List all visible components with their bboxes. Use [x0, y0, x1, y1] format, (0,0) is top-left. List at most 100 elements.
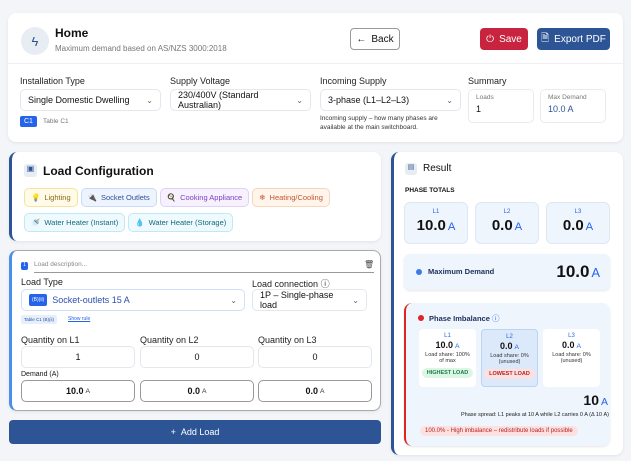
chip-heating-cooling[interactable]: ❄ Heating/Cooling — [252, 188, 330, 207]
installation-type-select[interactable]: Single Domestic Dwelling ⌄ — [20, 89, 161, 111]
phase-name: L2 — [506, 334, 513, 340]
chevron-down-icon: ⌄ — [296, 95, 303, 105]
load-type-badge: (B)(ii) — [29, 294, 48, 306]
load-type-value: Socket-outlets 15 A — [52, 295, 130, 305]
qty-l1-input[interactable]: 1 — [21, 346, 135, 368]
result-title: Result — [423, 163, 452, 174]
phase-totals-heading: PHASE TOTALS — [405, 187, 455, 194]
divider — [8, 63, 623, 64]
demand-l3-value: 0.0 — [305, 386, 318, 396]
incoming-supply-label: Incoming Supply — [320, 76, 387, 86]
max-demand-summary: Max Demand 10.0 A — [540, 89, 606, 123]
delete-icon[interactable]: 🗑 — [364, 260, 374, 269]
chevron-down-icon: ⌄ — [446, 95, 453, 105]
chip-socket-outlets[interactable]: 🔌 Socket Outlets — [80, 188, 157, 207]
phase-name: L3 — [574, 209, 582, 215]
unit: A — [320, 387, 325, 395]
imbalance-l2: L2 0.0 A Load share: 0% (unused) LOWEST LOAD — [481, 329, 538, 387]
phase-total-l1: L1 10.0 A — [404, 202, 468, 244]
loads-summary: Loads 1 — [468, 89, 534, 123]
pan-icon: 🍳 — [166, 193, 177, 202]
demand-l2: 0.0 A — [140, 380, 254, 402]
plug-icon: 🔌 — [87, 193, 97, 202]
supply-voltage-label: Supply Voltage — [170, 76, 231, 86]
demand-label: Demand (A) — [21, 371, 59, 378]
phase-value: 0.0 — [561, 340, 575, 350]
page-title: Home — [55, 26, 89, 40]
save-icon: ⏻ — [486, 33, 495, 45]
chip-water-heater-storage[interactable]: 💧 Water Heater (Storage) — [128, 213, 234, 232]
incoming-supply-select[interactable]: 3-phase (L1–L2–L3) ⌄ — [320, 89, 461, 111]
unit: A — [600, 396, 608, 408]
load-item-card: 1 Load description... 🗑 Load Type (B)(ii… — [9, 250, 381, 411]
result-icon: ▤ — [405, 163, 417, 175]
load-share: Load share: 0% (unused) — [552, 352, 591, 364]
incoming-supply-help: Incoming supply – how many phases are av… — [320, 115, 438, 131]
load-description-input[interactable]: Load description... — [34, 261, 374, 273]
load-connection-select[interactable]: 1P – Single-phase load ⌄ — [252, 289, 367, 311]
value: 10.0 — [556, 262, 590, 281]
arrow-left-icon: ← — [356, 33, 367, 45]
max-demand-label: Max Demand — [548, 94, 587, 101]
max-demand-value: 10.0 A — [548, 104, 574, 114]
unit: A — [514, 344, 520, 351]
supply-voltage-select[interactable]: 230/400V (Standard Australian) ⌄ — [170, 89, 311, 111]
bulb-icon: 💡 — [31, 193, 41, 202]
unit: A — [576, 343, 582, 350]
unit: A — [202, 387, 207, 395]
chip-lighting[interactable]: 💡 Lighting — [24, 188, 78, 207]
phase-total-l3: L3 0.0 A — [546, 202, 610, 244]
chip-cooking-appliance[interactable]: 🍳 Cooking Appliance — [159, 188, 250, 207]
snowflake-icon: ❄ — [259, 193, 266, 202]
file-icon: 🗎 — [541, 32, 550, 44]
maximum-demand-box: Maximum Demand 10.0 A — [404, 254, 610, 290]
load-type-chips: 💡 Lighting 🔌 Socket Outlets 🍳 Cooking Applian… — [24, 187, 364, 237]
qty-l2-input[interactable]: 0 — [140, 346, 254, 368]
demand-l1: 10.0 A — [21, 380, 135, 402]
phase-name: L1 — [432, 209, 440, 215]
add-load-button[interactable]: + Add Load — [9, 420, 381, 444]
alert-dot-icon — [418, 315, 424, 321]
qty-l3-input[interactable]: 0 — [258, 346, 372, 368]
unit: A — [85, 387, 91, 395]
table-text: Table C1 — [43, 118, 69, 125]
header-card: ϟ Home Maximum demand based on AS/NZS 30… — [8, 13, 623, 142]
qty-l2-label: Quantity on L2 — [140, 335, 199, 345]
lowest-load-badge: LOWEST LOAD — [484, 369, 535, 379]
qty-l3-label: Quantity on L3 — [258, 335, 317, 345]
load-type-select[interactable]: (B)(ii) Socket-outlets 15 A ⌄ — [21, 289, 245, 311]
imbalance-warning: 100.0% - High imbalance – redistribute l… — [420, 426, 578, 436]
info-icon[interactable]: ⓘ — [321, 279, 330, 289]
save-button[interactable]: ⏻ Save — [480, 28, 528, 50]
unit: A — [591, 265, 600, 280]
imbalance-l3: L3 0.0 A Load share: 0% (unused) — [543, 329, 600, 387]
supply-voltage-value: 230/400V (Standard Australian) — [178, 90, 259, 110]
info-icon[interactable]: ⓘ — [492, 314, 500, 323]
phase-value: 0.0 — [499, 341, 513, 351]
incoming-supply-value: 3-phase (L1–L2–L3) — [328, 95, 410, 105]
plus-icon: + — [170, 427, 176, 437]
load-configuration-card: ▣ Load Configuration 💡 Lighting 🔌 Socket Ou… — [9, 152, 381, 241]
load-connection-value: 1P – Single-phase load — [260, 290, 334, 310]
qty-l1-label: Quantity on L1 — [21, 335, 80, 345]
table-badge: C1 — [20, 116, 37, 127]
unit: A — [447, 221, 456, 233]
phase-value: 0.0 — [562, 217, 584, 234]
status-dot-icon — [416, 269, 422, 275]
load-configuration-title: Load Configuration — [43, 164, 154, 178]
load-index-badge: 1 — [21, 262, 28, 270]
table-ref-badge: Table C1 (B)(ii) — [21, 315, 58, 324]
page-subtitle: Maximum demand based on AS/NZS 3000:2018 — [55, 44, 227, 53]
chevron-down-icon: ⌄ — [230, 295, 237, 305]
back-button[interactable]: ← Back — [350, 28, 400, 50]
show-rule-link[interactable]: Show rule — [68, 316, 90, 322]
chip-water-heater-instant[interactable]: 🚿 Water Heater (Instant) — [24, 213, 126, 232]
installation-type-value: Single Domestic Dwelling — [28, 95, 130, 105]
load-share: Load share: 0% (unused) — [490, 353, 529, 365]
phase-value: 10.0 — [416, 217, 446, 234]
bolt-icon: ϟ — [21, 27, 49, 55]
export-pdf-button[interactable]: 🗎 Export PDF — [537, 28, 610, 50]
phase-value: 10.0 — [435, 340, 453, 350]
demand-l1-value: 10.0 — [65, 386, 84, 396]
unit: A — [585, 221, 594, 233]
